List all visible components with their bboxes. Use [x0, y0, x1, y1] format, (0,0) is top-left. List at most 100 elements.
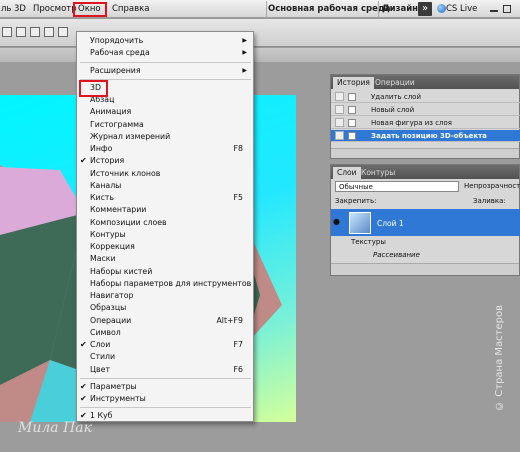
menu-item-label: Упорядочить [90, 36, 144, 45]
menu-item-label: Контуры [90, 229, 126, 239]
menu-item[interactable]: Источник клонов [77, 168, 253, 180]
3d-item-highlight-box [79, 80, 108, 97]
menu-item[interactable]: Композиции слоев [77, 217, 253, 229]
menu-item[interactable]: Упорядочить ▶ [77, 35, 253, 47]
history-panel-tabs: История Операции [331, 75, 519, 89]
workspace-main-button[interactable]: Основная рабочая среда [268, 2, 390, 17]
menu-item[interactable]: Стили [77, 351, 253, 363]
tool-option-icon[interactable] [2, 27, 12, 37]
history-row[interactable]: Удалить слой [331, 91, 520, 103]
menu-item-label: Навигатор [90, 291, 134, 300]
workspace-design-button[interactable]: Дизайн [382, 2, 418, 17]
submenu-arrow-icon: ▶ [242, 66, 247, 74]
menu-separator [80, 61, 251, 63]
scattering-row[interactable]: Рассеивание [373, 251, 420, 259]
menu-item[interactable]: Коррекция [77, 241, 253, 253]
menu-item-label: Параметры [90, 381, 137, 391]
menu-item[interactable]: Комментарии [77, 204, 253, 216]
menu-item[interactable]: Рабочая среда ▶ [77, 47, 253, 59]
menu-item-label: Источник клонов [90, 168, 161, 178]
shortcut-label: F7 [233, 340, 243, 349]
author-watermark: Мила Пак [18, 420, 92, 436]
shortcut-label: Alt+F9 [216, 315, 243, 325]
menu-item[interactable]: Гистограмма [77, 119, 253, 131]
menu-item-label: Кисть [90, 193, 115, 202]
cs-live-icon [437, 4, 446, 13]
menu-separator [80, 377, 251, 379]
menu-item-label: Инструменты [90, 394, 146, 403]
menu-item[interactable]: Анимация [77, 106, 253, 118]
menu-item[interactable]: Цвет F6 [77, 364, 253, 376]
divider [378, 1, 379, 18]
cs-live-button[interactable]: CS Live [446, 4, 477, 14]
history-row-selected[interactable]: Задать позицию 3D-объекта [331, 130, 520, 142]
menu-item-label: Образцы [90, 303, 127, 313]
checkmark-icon: ✔ [80, 394, 87, 403]
tool-option-icon[interactable] [16, 27, 26, 37]
menu-item[interactable]: Контуры [77, 229, 253, 241]
menu-item-label: Инфо [90, 144, 113, 153]
layers-panel-footer [331, 263, 519, 275]
menu-item[interactable]: История ✔ [77, 155, 253, 167]
menu-item[interactable]: Наборы кистей [77, 266, 253, 278]
minimize-icon[interactable] [490, 10, 498, 12]
double-chevron-icon[interactable]: » [418, 2, 432, 16]
shortcut-label: F8 [233, 144, 243, 153]
menu-item-label: История [90, 156, 125, 166]
menu-item[interactable]: Инфо F8 [77, 143, 253, 155]
tab-paths[interactable]: Контуры [357, 167, 399, 179]
menu-item[interactable]: Журнал измерений [77, 131, 253, 143]
blend-mode-select[interactable]: Обычные [335, 181, 459, 192]
menu-item-label: Композиции слоев [90, 217, 167, 227]
history-panel: История Операции Удалить слой Новый слой… [330, 74, 520, 159]
menu-item[interactable]: Кисть F5 [77, 192, 253, 204]
menu-item[interactable]: Навигатор [77, 290, 253, 302]
tool-option-icon[interactable] [30, 27, 40, 37]
history-row[interactable]: Новая фигура из слоя [331, 117, 520, 129]
window-menu-highlight-box [73, 2, 107, 17]
layer-name: Слой 1 [377, 219, 404, 228]
menu-item-3d[interactable]: 3D [14, 4, 26, 14]
submenu-arrow-icon: ▶ [242, 37, 247, 44]
menu-item[interactable]: Операции Alt+F9 [77, 315, 253, 327]
menu-item-label: Стили [90, 352, 116, 362]
menu-item-label: Маски [90, 254, 116, 264]
tab-history[interactable]: История [333, 77, 374, 89]
menu-item-label: Расширения [90, 65, 141, 75]
menu-item-label: Операции [90, 315, 132, 325]
menu-item-label: Комментарии [90, 205, 147, 215]
history-row[interactable]: Новый слой [331, 104, 520, 116]
divider [266, 1, 267, 18]
menu-item[interactable]: Наборы параметров для инструментов [77, 278, 253, 290]
menu-item-help[interactable]: Справка [112, 4, 149, 14]
menu-item-view[interactable]: Просмотр [33, 4, 77, 14]
menu-item[interactable]: Маски [77, 253, 253, 265]
site-watermark: © Страна Мастеров [494, 305, 505, 411]
menu-item-label: Анимация [90, 107, 132, 117]
menu-item[interactable]: Образцы [77, 302, 253, 314]
maximize-icon[interactable] [503, 5, 511, 13]
tool-option-icon[interactable] [58, 27, 68, 37]
history-step-icon [348, 106, 356, 114]
layers-panel: Слои Контуры Обычные Непрозрачность: Зак… [330, 164, 520, 276]
menu-item[interactable]: Параметры ✔ [77, 381, 253, 393]
menu-item-label: Рабочая среда [90, 48, 150, 58]
textures-row[interactable]: Текстуры [351, 238, 386, 246]
eye-icon[interactable]: ● [333, 217, 340, 226]
menu-item[interactable]: Расширения ▶ [77, 65, 253, 77]
tab-actions[interactable]: Операции [371, 77, 419, 89]
checkmark-icon: ✔ [80, 381, 87, 391]
menu-item-partial[interactable]: ль [1, 4, 11, 14]
menu-item[interactable]: Символ [77, 327, 253, 339]
opacity-label: Непрозрачность: [464, 182, 520, 190]
menu-item-label: Слои [90, 340, 111, 349]
layer-thumbnail [349, 212, 371, 234]
menu-item[interactable]: Инструменты ✔ [77, 393, 253, 405]
menu-item-label: Символ [90, 327, 121, 337]
menu-item[interactable]: Каналы [77, 180, 253, 192]
menu-item[interactable]: 1 Куб ✔ [77, 410, 253, 422]
tool-option-icon[interactable] [44, 27, 54, 37]
shortcut-label: F5 [233, 193, 243, 202]
menu-item[interactable]: Слои ✔ F7 [77, 339, 253, 351]
menu-item-label: 1 Куб [90, 411, 113, 421]
